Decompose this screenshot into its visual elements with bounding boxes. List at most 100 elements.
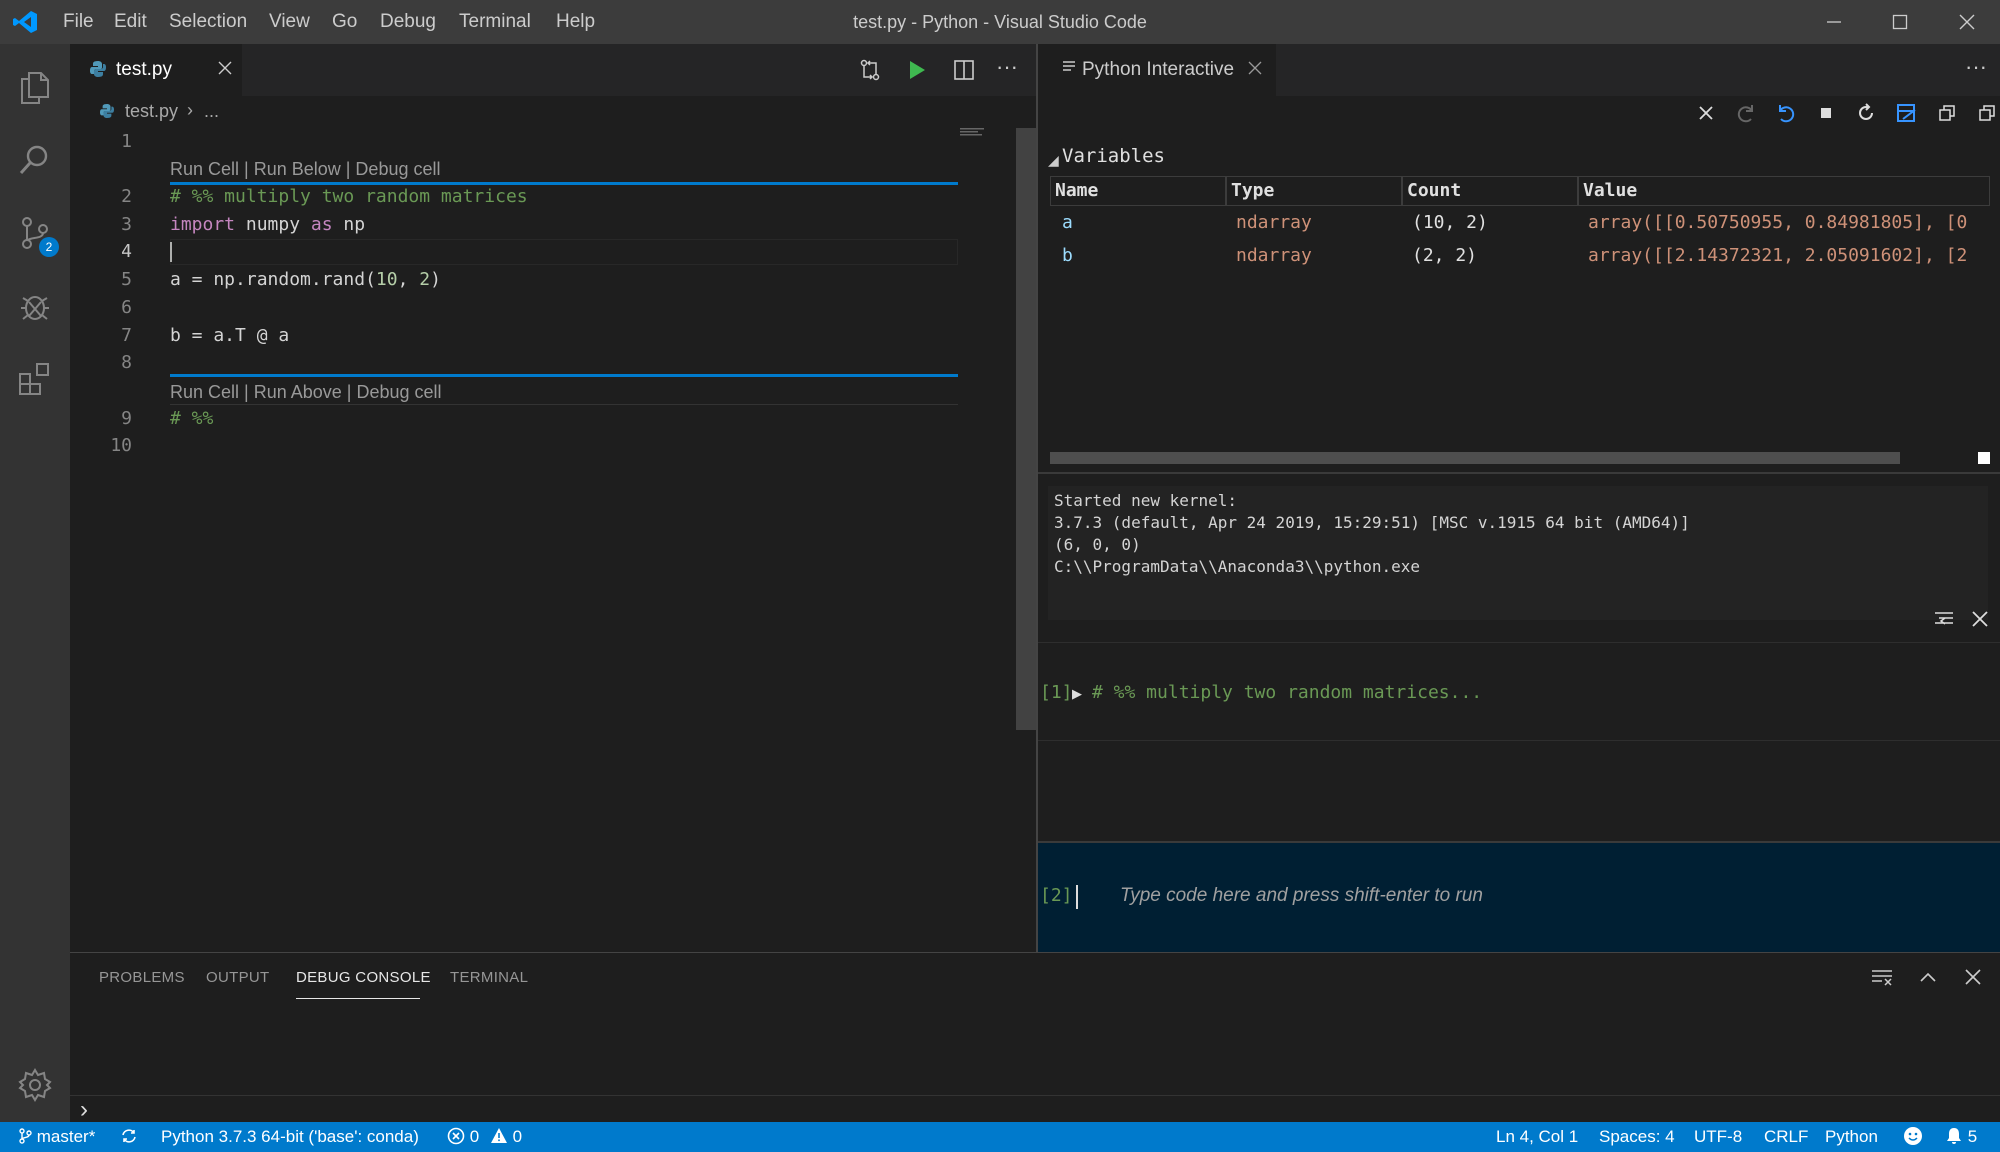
tab-problems[interactable]: PROBLEMS [99, 969, 185, 986]
menu-view[interactable]: View [269, 0, 310, 44]
sync-icon[interactable] [120, 1122, 138, 1152]
indentation[interactable]: Spaces: 4 [1599, 1122, 1675, 1152]
more-actions-icon[interactable]: ··· [1965, 54, 1987, 80]
breadcrumb-more[interactable]: ... [204, 101, 219, 122]
menu-edit[interactable]: Edit [114, 0, 147, 44]
code-line-7: b = a.T @ a [170, 325, 289, 346]
menu-selection[interactable]: Selection [169, 0, 247, 44]
menu-go[interactable]: Go [332, 0, 357, 44]
sash-divider[interactable] [1038, 472, 2000, 474]
python-file-icon [90, 60, 106, 83]
tab-python-interactive[interactable]: Python Interactive [1038, 44, 1276, 96]
column-header-type[interactable]: Type [1226, 176, 1402, 206]
breadcrumb: test.py › ... [70, 96, 1036, 128]
encoding[interactable]: UTF-8 [1694, 1122, 1742, 1152]
var-name: a [1062, 208, 1073, 238]
column-header-value[interactable]: Value [1578, 176, 1990, 206]
problems-status[interactable]: 0 0 [447, 1122, 522, 1152]
var-count: (10, 2) [1412, 208, 1488, 238]
undo-icon[interactable] [1775, 102, 1797, 129]
executed-cell[interactable]: [1] ▶ # %% multiply two random matrices.… [1038, 644, 2000, 740]
code-line-2: # %% multiply two random matrices [170, 186, 528, 207]
bottom-panel: PROBLEMS OUTPUT DEBUG CONSOLE TERMINAL › [70, 952, 2000, 1122]
close-panel-icon[interactable] [1964, 968, 1982, 991]
notifications[interactable]: 5 [1945, 1122, 1977, 1152]
source-control-icon[interactable]: 2 [0, 197, 70, 269]
collapse-triangle-icon[interactable]: ◢ [1048, 152, 1059, 169]
delete-cell-icon[interactable] [1970, 609, 1990, 634]
extensions-icon[interactable] [0, 343, 70, 415]
line-number: 2 [70, 186, 132, 207]
line-number: 1 [70, 131, 132, 152]
run-file-icon[interactable] [906, 58, 928, 87]
var-value: array([[0.50750955, 0.84981805], [0 [1588, 208, 1990, 238]
search-icon[interactable] [0, 124, 70, 196]
explorer-icon[interactable] [0, 52, 70, 124]
minimize-button[interactable] [1801, 0, 1867, 44]
output-line: (6, 0, 0) [1054, 534, 1982, 556]
clear-console-icon[interactable] [1870, 967, 1894, 992]
var-name: b [1062, 241, 1073, 271]
vscode-logo-icon [12, 9, 40, 35]
menu-file[interactable]: File [63, 0, 94, 44]
line-number: 3 [70, 214, 132, 235]
cursor-position[interactable]: Ln 4, Col 1 [1496, 1122, 1578, 1152]
console-prompt: › [80, 1096, 88, 1124]
line-ending[interactable]: CRLF [1764, 1122, 1808, 1152]
console-input[interactable] [100, 1099, 1980, 1121]
maximize-button[interactable] [1867, 0, 1933, 44]
keyword-as: as [311, 214, 333, 235]
debug-icon[interactable] [0, 270, 70, 342]
divider [1038, 642, 2000, 643]
codelens-run-cell-above[interactable]: Run Cell | Run Above | Debug cell [170, 382, 442, 403]
input-cell[interactable]: [2] Type code here and press shift-enter… [1038, 841, 2000, 952]
output-line: Started new kernel: [1054, 490, 1982, 512]
minimap[interactable] [958, 126, 986, 146]
alias-name: np [333, 214, 366, 235]
input-placeholder[interactable]: Type code here and press shift-enter to … [1120, 885, 1483, 907]
split-editor-icon[interactable] [952, 58, 976, 87]
code-text: a = np.random.rand( [170, 269, 376, 290]
number-literal: 10 [376, 269, 398, 290]
close-window-button[interactable] [1934, 0, 2000, 44]
menu-debug[interactable]: Debug [380, 0, 436, 44]
language-mode[interactable]: Python [1825, 1122, 1878, 1152]
tab-output[interactable]: OUTPUT [206, 969, 269, 986]
close-tab-icon[interactable] [1248, 61, 1262, 80]
editor-scrollbar[interactable] [1016, 128, 1036, 730]
compare-changes-icon[interactable] [858, 58, 882, 87]
more-actions-icon[interactable]: ··· [996, 54, 1018, 80]
clear-all-icon[interactable] [1695, 102, 1717, 129]
interrupt-kernel-icon[interactable] [1815, 102, 1837, 129]
redo-icon[interactable] [1735, 102, 1757, 129]
codelens-run-cell-below[interactable]: Run Cell | Run Below | Debug cell [170, 159, 440, 180]
collapse-all-icon[interactable] [1936, 102, 1958, 129]
menu-help[interactable]: Help [556, 0, 595, 44]
branch-status[interactable]: master* [18, 1122, 95, 1152]
tab-terminal[interactable]: TERMINAL [450, 969, 528, 986]
menu-terminal[interactable]: Terminal [459, 0, 531, 44]
breadcrumb-file[interactable]: test.py [125, 101, 178, 122]
line-number: 10 [70, 435, 132, 456]
column-header-count[interactable]: Count [1402, 176, 1578, 206]
tab-debug-console[interactable]: DEBUG CONSOLE [296, 969, 431, 986]
goto-code-icon[interactable] [1933, 608, 1955, 635]
python-interpreter[interactable]: Python 3.7.3 64-bit ('base': conda) [161, 1122, 419, 1152]
column-header-name[interactable]: Name [1050, 176, 1226, 206]
expand-cell-icon[interactable]: ▶ [1072, 686, 1082, 702]
maximize-panel-icon[interactable] [1918, 967, 1938, 992]
module-name: numpy [235, 214, 311, 235]
feedback-smiley-icon[interactable] [1903, 1122, 1923, 1152]
variables-title[interactable]: Variables [1062, 145, 1165, 167]
var-value: array([[2.14372321, 2.05091602], [2 [1588, 241, 1990, 271]
close-tab-icon[interactable] [218, 61, 232, 80]
restart-kernel-icon[interactable] [1855, 102, 1877, 129]
settings-gear-icon[interactable] [0, 1049, 70, 1121]
error-icon [447, 1127, 465, 1145]
variables-horizontal-scrollbar[interactable] [1050, 452, 1900, 464]
divider [1038, 740, 2000, 741]
expand-all-icon[interactable] [1976, 102, 1998, 129]
notification-count: 5 [1968, 1127, 1977, 1146]
export-notebook-icon[interactable] [1895, 102, 1919, 129]
tab-test-py[interactable]: test.py [70, 44, 242, 96]
